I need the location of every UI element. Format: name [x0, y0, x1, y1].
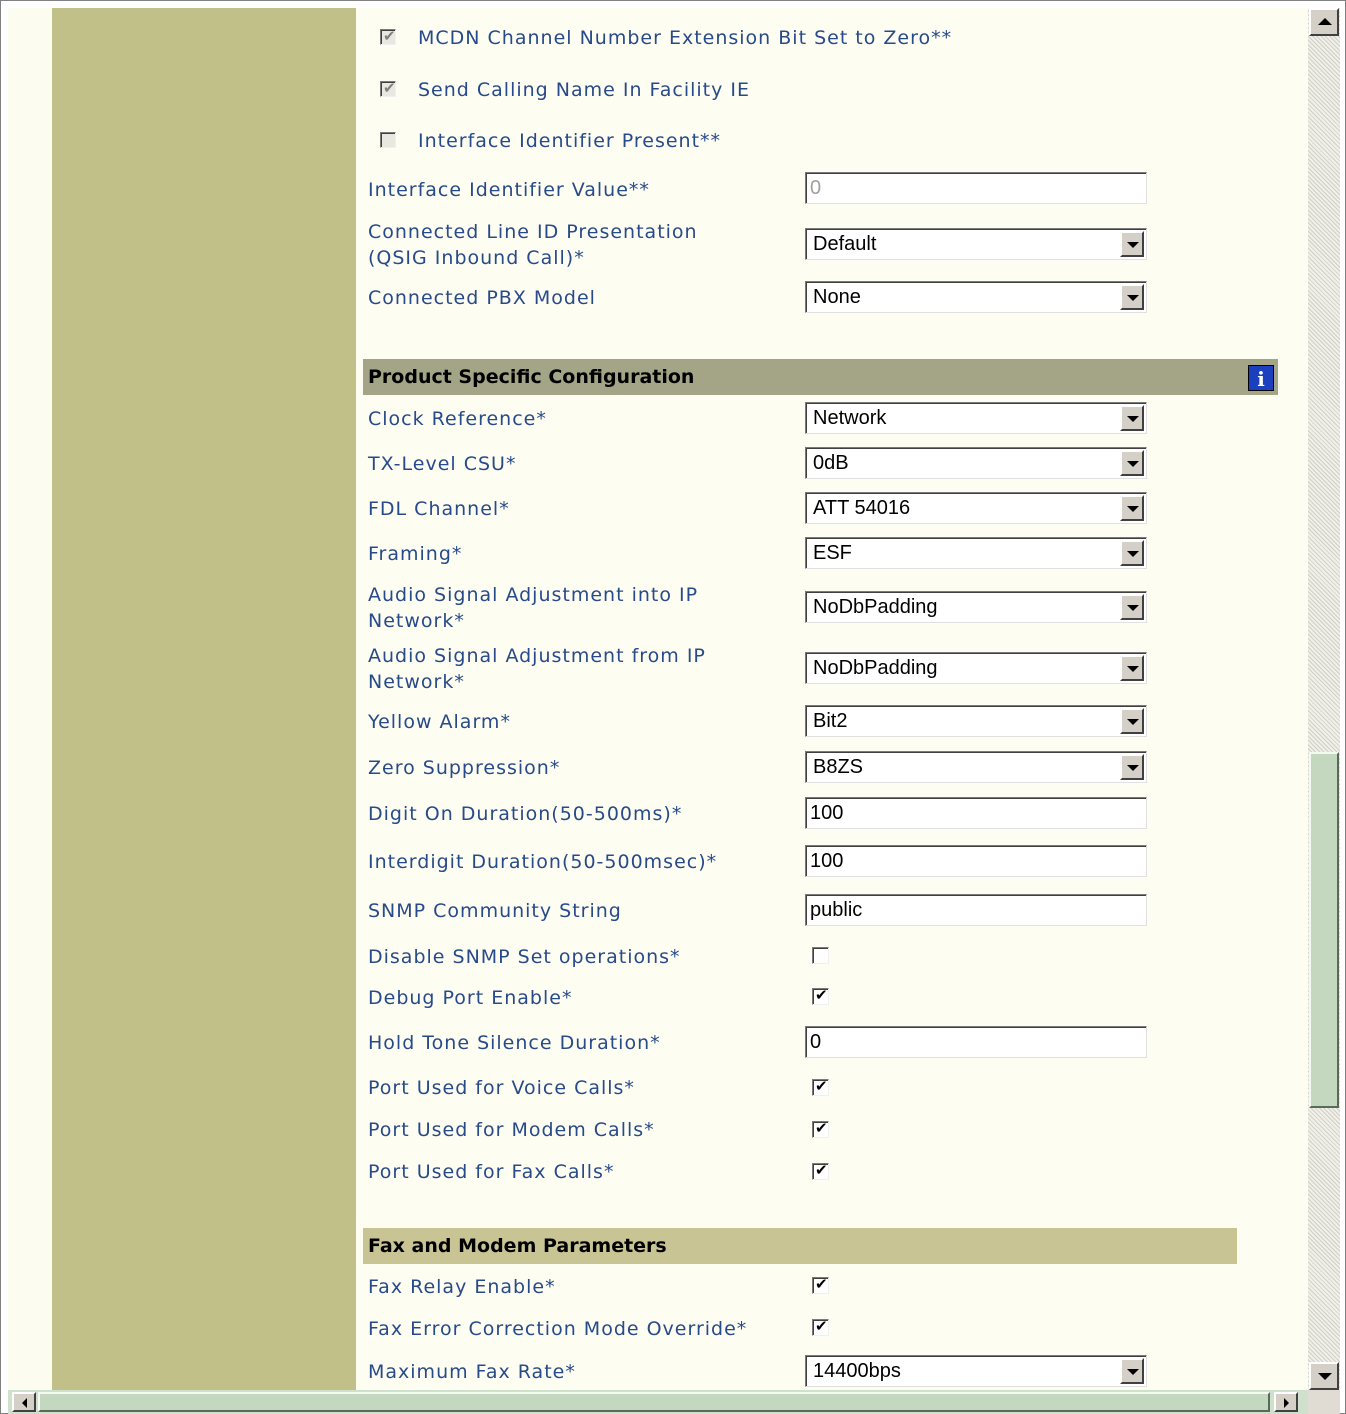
- snmp-community-label: SNMP Community String: [368, 900, 622, 922]
- connected-pbx-model-label: Connected PBX Model: [368, 287, 596, 309]
- checkmark-icon: ✔: [383, 79, 397, 97]
- hold-tone-silence-input[interactable]: 0: [805, 1026, 1147, 1058]
- interface-identifier-present-label: Interface Identifier Present**: [418, 130, 722, 152]
- interface-identifier-value-input[interactable]: 0: [805, 172, 1147, 204]
- send-calling-name-checkbox[interactable]: ✔: [380, 79, 397, 97]
- checkmark-icon: ✔: [815, 1317, 828, 1335]
- fax-ecm-override-label: Fax Error Correction Mode Override*: [368, 1318, 748, 1340]
- fax-relay-enable-label: Fax Relay Enable*: [368, 1276, 556, 1298]
- tx-level-csu-select[interactable]: 0dB: [805, 447, 1147, 479]
- product-section-title: Product Specific Configuration: [368, 366, 695, 388]
- mcdn-extension-bit-checkbox[interactable]: ✔: [380, 27, 397, 45]
- audio-from-ip-label: Audio Signal Adjustment from IP Network*: [368, 645, 706, 693]
- fdl-channel-label: FDL Channel*: [368, 498, 510, 520]
- debug-port-enable-checkbox[interactable]: ✔: [812, 986, 829, 1005]
- navigation-sidebar: [52, 8, 356, 1390]
- dropdown-arrow-icon[interactable]: [1120, 655, 1144, 681]
- checkmark-icon: ✔: [383, 27, 397, 45]
- fax-modem-params-header: Fax and Modem Parameters: [363, 1228, 1237, 1264]
- dropdown-arrow-icon[interactable]: [1120, 284, 1144, 310]
- checkmark-icon: ✔: [815, 1077, 828, 1095]
- scroll-left-icon[interactable]: [12, 1392, 36, 1412]
- framing-select[interactable]: ESF: [805, 537, 1147, 569]
- framing-label: Framing*: [368, 543, 463, 565]
- dropdown-arrow-icon[interactable]: [1120, 594, 1144, 620]
- vertical-scroll-thumb[interactable]: [1309, 752, 1339, 1108]
- dropdown-arrow-icon[interactable]: [1120, 708, 1144, 734]
- interdigit-duration-input[interactable]: 100: [805, 845, 1147, 877]
- scroll-up-icon[interactable]: [1309, 8, 1339, 36]
- yellow-alarm-select[interactable]: Bit2: [805, 705, 1147, 737]
- zero-suppression-label: Zero Suppression*: [368, 757, 561, 779]
- snmp-community-input[interactable]: public: [805, 894, 1147, 926]
- max-fax-rate-select[interactable]: 14400bps: [805, 1355, 1147, 1387]
- yellow-alarm-label: Yellow Alarm*: [368, 711, 511, 733]
- horizontal-scroll-thumb[interactable]: [38, 1392, 1270, 1412]
- dropdown-arrow-icon[interactable]: [1120, 231, 1144, 257]
- fax-ecm-override-checkbox[interactable]: ✔: [812, 1317, 829, 1336]
- info-icon[interactable]: i: [1248, 365, 1274, 391]
- dropdown-arrow-icon[interactable]: [1120, 540, 1144, 566]
- dropdown-arrow-icon[interactable]: [1120, 450, 1144, 476]
- audio-from-ip-select[interactable]: NoDbPadding: [805, 652, 1147, 684]
- product-specific-config-header: Product Specific Configuration i: [363, 359, 1278, 395]
- disable-snmp-set-label: Disable SNMP Set operations*: [368, 946, 681, 968]
- interface-identifier-value-label: Interface Identifier Value**: [368, 179, 650, 201]
- horizontal-scrollbar[interactable]: [8, 1390, 1308, 1414]
- interface-identifier-present-checkbox[interactable]: [380, 132, 396, 148]
- audio-into-ip-label: Audio Signal Adjustment into IP Network*: [368, 584, 699, 632]
- checkmark-icon: ✔: [815, 1119, 828, 1137]
- digit-on-duration-input[interactable]: 100: [805, 797, 1147, 829]
- connected-pbx-model-select[interactable]: None: [805, 281, 1147, 313]
- configuration-form: ✔ MCDN Channel Number Extension Bit Set …: [356, 8, 1308, 1390]
- dropdown-arrow-icon[interactable]: [1120, 405, 1144, 431]
- audio-into-ip-select[interactable]: NoDbPadding: [805, 591, 1147, 623]
- port-voice-label: Port Used for Voice Calls*: [368, 1077, 635, 1099]
- scrollbar-corner: [1308, 1390, 1340, 1414]
- checkmark-icon: ✔: [815, 1275, 828, 1293]
- fdl-channel-select[interactable]: ATT 54016: [805, 492, 1147, 524]
- max-fax-rate-label: Maximum Fax Rate*: [368, 1361, 576, 1383]
- scroll-down-icon[interactable]: [1309, 1362, 1339, 1390]
- clock-reference-label: Clock Reference*: [368, 408, 547, 430]
- vertical-scrollbar[interactable]: [1308, 8, 1340, 1390]
- digit-on-duration-label: Digit On Duration(50-500ms)*: [368, 803, 683, 825]
- interdigit-duration-label: Interdigit Duration(50-500msec)*: [368, 851, 718, 873]
- dropdown-arrow-icon[interactable]: [1120, 754, 1144, 780]
- port-modem-label: Port Used for Modem Calls*: [368, 1119, 655, 1141]
- dropdown-arrow-icon[interactable]: [1120, 495, 1144, 521]
- port-voice-checkbox[interactable]: ✔: [812, 1077, 829, 1096]
- fax-relay-enable-checkbox[interactable]: ✔: [812, 1275, 829, 1294]
- left-margin: [8, 8, 52, 1390]
- port-fax-checkbox[interactable]: ✔: [812, 1161, 829, 1180]
- checkmark-icon: ✔: [815, 1161, 828, 1179]
- connected-line-id-select[interactable]: Default: [805, 228, 1147, 260]
- send-calling-name-label: Send Calling Name In Facility IE: [418, 79, 751, 101]
- scroll-right-icon[interactable]: [1274, 1392, 1298, 1412]
- port-modem-checkbox[interactable]: ✔: [812, 1119, 829, 1138]
- mcdn-extension-bit-label: MCDN Channel Number Extension Bit Set to…: [418, 27, 953, 49]
- zero-suppression-select[interactable]: B8ZS: [805, 751, 1147, 783]
- tx-level-csu-label: TX-Level CSU*: [368, 453, 517, 475]
- checkmark-icon: ✔: [815, 986, 828, 1004]
- connected-line-id-label: Connected Line ID Presentation (QSIG Inbo…: [368, 221, 698, 269]
- debug-port-enable-label: Debug Port Enable*: [368, 987, 573, 1009]
- fax-section-title: Fax and Modem Parameters: [368, 1235, 667, 1257]
- port-fax-label: Port Used for Fax Calls*: [368, 1161, 615, 1183]
- disable-snmp-set-checkbox[interactable]: [812, 947, 829, 964]
- hold-tone-silence-label: Hold Tone Silence Duration*: [368, 1032, 661, 1054]
- dropdown-arrow-icon[interactable]: [1120, 1358, 1144, 1384]
- clock-reference-select[interactable]: Network: [805, 402, 1147, 434]
